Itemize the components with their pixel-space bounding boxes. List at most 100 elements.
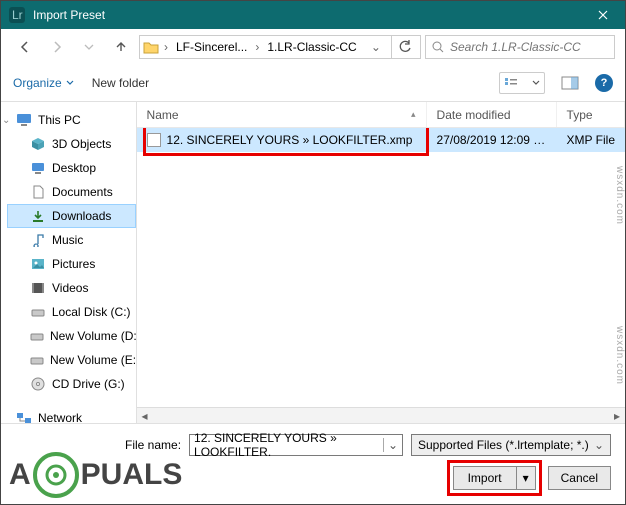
new-folder-button[interactable]: New folder — [92, 76, 149, 90]
tree-label: Pictures — [52, 257, 95, 271]
crumb-separator-icon[interactable]: › — [253, 40, 261, 54]
horizontal-scrollbar[interactable]: ◂ ▸ — [137, 407, 625, 423]
watermark-letters: PUALS — [81, 458, 183, 492]
tree-videos[interactable]: Videos — [7, 276, 136, 300]
search-input[interactable] — [450, 40, 608, 54]
watermark-letter: A — [9, 458, 31, 492]
file-list-body[interactable]: 12. SINCERELY YOURS » LOOKFILTER.xmp 27/… — [137, 128, 625, 407]
dialog-body: This PC 3D Objects Desktop Documents Dow… — [1, 101, 625, 423]
column-name[interactable]: Name — [137, 102, 427, 127]
file-type-filter[interactable]: Supported Files (*.lrtemplate; *.) ⌄ — [411, 434, 611, 456]
tree-downloads[interactable]: Downloads — [7, 204, 136, 228]
tree-label: 3D Objects — [52, 137, 111, 151]
drive-icon — [30, 304, 46, 320]
view-list-icon — [504, 77, 518, 89]
toolbar: Organize New folder ? — [1, 65, 625, 101]
preview-pane-icon — [561, 76, 579, 90]
nav-tree: This PC 3D Objects Desktop Documents Dow… — [1, 102, 137, 423]
filename-label: File name: — [125, 438, 181, 452]
view-mode-button[interactable] — [499, 72, 545, 94]
import-button[interactable]: Import ▾ — [453, 466, 536, 490]
tree-label: Documents — [52, 185, 113, 199]
up-button[interactable] — [107, 35, 135, 59]
crumb-separator-icon[interactable]: › — [162, 40, 170, 54]
dropdown-icon[interactable]: ▾ — [516, 467, 535, 489]
crumb-folder-1[interactable]: LF-Sincerel... — [172, 36, 251, 58]
chevron-down-icon[interactable]: ⌄ — [383, 438, 398, 452]
document-icon — [30, 184, 46, 200]
help-button[interactable]: ? — [595, 74, 613, 92]
organize-button[interactable]: Organize — [13, 76, 74, 90]
video-icon — [30, 280, 46, 296]
watermark-logo: A PUALS — [9, 452, 182, 498]
tree-desktop[interactable]: Desktop — [7, 156, 136, 180]
music-icon — [30, 232, 46, 248]
download-icon — [30, 208, 46, 224]
column-type[interactable]: Type — [557, 102, 625, 127]
folder-icon — [142, 38, 160, 56]
cancel-label: Cancel — [561, 471, 598, 485]
tree-cd-drive-g[interactable]: CD Drive (G:) — [7, 372, 136, 396]
chevron-down-icon — [66, 79, 74, 87]
history-dropdown-icon[interactable]: ⌄ — [369, 40, 383, 54]
picture-icon — [30, 256, 46, 272]
desktop-icon — [30, 160, 46, 176]
scroll-right-icon[interactable]: ▸ — [609, 408, 625, 424]
close-button[interactable] — [581, 1, 625, 29]
cancel-button[interactable]: Cancel — [548, 466, 611, 490]
address-bar-row: › LF-Sincerel... › 1.LR-Classic-CC ⌄ — [1, 29, 625, 65]
crumb-folder-2[interactable]: 1.LR-Classic-CC — [263, 36, 360, 58]
tree-label: New Volume (D:) — [50, 329, 137, 343]
window-title: Import Preset — [33, 8, 581, 22]
tree-label: Desktop — [52, 161, 96, 175]
svg-text:Lr: Lr — [12, 8, 23, 22]
filename-value: 12. SINCERELY YOURS » LOOKFILTER. — [194, 431, 383, 459]
chevron-down-icon — [532, 79, 540, 87]
tree-documents[interactable]: Documents — [7, 180, 136, 204]
import-preset-dialog: Lr Import Preset › LF-Sincerel... › 1.LR… — [0, 0, 626, 505]
drive-icon — [30, 352, 44, 368]
cube-icon — [30, 136, 46, 152]
recent-locations-button[interactable] — [75, 35, 103, 59]
disc-icon — [30, 376, 46, 392]
tree-local-disk-c[interactable]: Local Disk (C:) — [7, 300, 136, 324]
tree-this-pc[interactable]: This PC — [7, 108, 136, 132]
pc-icon — [16, 112, 32, 128]
cell-name: 12. SINCERELY YOURS » LOOKFILTER.xmp — [137, 133, 427, 148]
tree-label: Downloads — [52, 209, 111, 223]
organize-label: Organize — [13, 76, 62, 90]
scroll-left-icon[interactable]: ◂ — [137, 408, 153, 424]
app-icon: Lr — [9, 7, 25, 23]
refresh-button[interactable] — [391, 35, 418, 59]
tree-new-volume-e[interactable]: New Volume (E:) — [7, 348, 136, 372]
column-date[interactable]: Date modified — [427, 102, 557, 127]
tree-music[interactable]: Music — [7, 228, 136, 252]
table-row[interactable]: 12. SINCERELY YOURS » LOOKFILTER.xmp 27/… — [137, 128, 625, 152]
network-icon — [16, 410, 32, 423]
chevron-down-icon[interactable]: ⌄ — [594, 438, 604, 452]
titlebar: Lr Import Preset — [1, 1, 625, 29]
tree-label: This PC — [38, 113, 81, 127]
filename-input[interactable]: 12. SINCERELY YOURS » LOOKFILTER. ⌄ — [189, 434, 403, 456]
tree-pictures[interactable]: Pictures — [7, 252, 136, 276]
tree-label: Music — [52, 233, 83, 247]
search-box[interactable] — [425, 35, 615, 59]
tree-label: Network — [38, 411, 82, 423]
tree-label: New Volume (E:) — [50, 353, 137, 367]
file-icon — [147, 133, 161, 147]
dialog-footer: File name: 12. SINCERELY YOURS » LOOKFIL… — [1, 423, 625, 504]
tree-new-volume-d[interactable]: New Volume (D:) — [7, 324, 136, 348]
file-list-pane: Name Date modified Type 12. SINCERELY YO… — [137, 102, 625, 423]
breadcrumb-path[interactable]: › LF-Sincerel... › 1.LR-Classic-CC ⌄ — [139, 35, 421, 59]
back-button[interactable] — [11, 35, 39, 59]
search-icon — [432, 41, 444, 53]
tree-network[interactable]: Network — [7, 406, 136, 423]
tree-label: Local Disk (C:) — [52, 305, 131, 319]
tree-label: Videos — [52, 281, 88, 295]
tree-3d-objects[interactable]: 3D Objects — [7, 132, 136, 156]
forward-button[interactable] — [43, 35, 71, 59]
cell-date: 27/08/2019 12:09 … — [427, 133, 557, 147]
preview-pane-button[interactable] — [555, 72, 585, 94]
drive-icon — [30, 328, 44, 344]
tree-label: CD Drive (G:) — [52, 377, 125, 391]
